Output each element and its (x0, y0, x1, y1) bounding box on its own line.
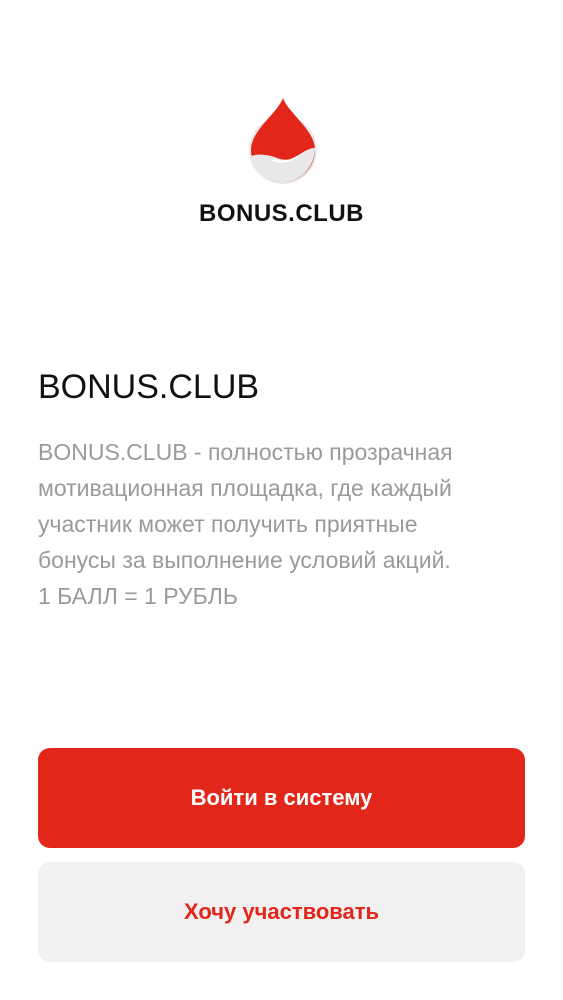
logo-text: BONUS.CLUB (199, 200, 364, 227)
description: BONUS.CLUB - полностью прозрачная мотива… (38, 439, 453, 609)
blood-drop-hand-icon (249, 98, 317, 184)
page-title: BONUS.CLUB (38, 368, 260, 406)
logo-mark (247, 96, 319, 186)
login-button[interactable]: Войти в систему (38, 748, 525, 848)
join-button[interactable]: Хочу участвовать (38, 862, 525, 962)
